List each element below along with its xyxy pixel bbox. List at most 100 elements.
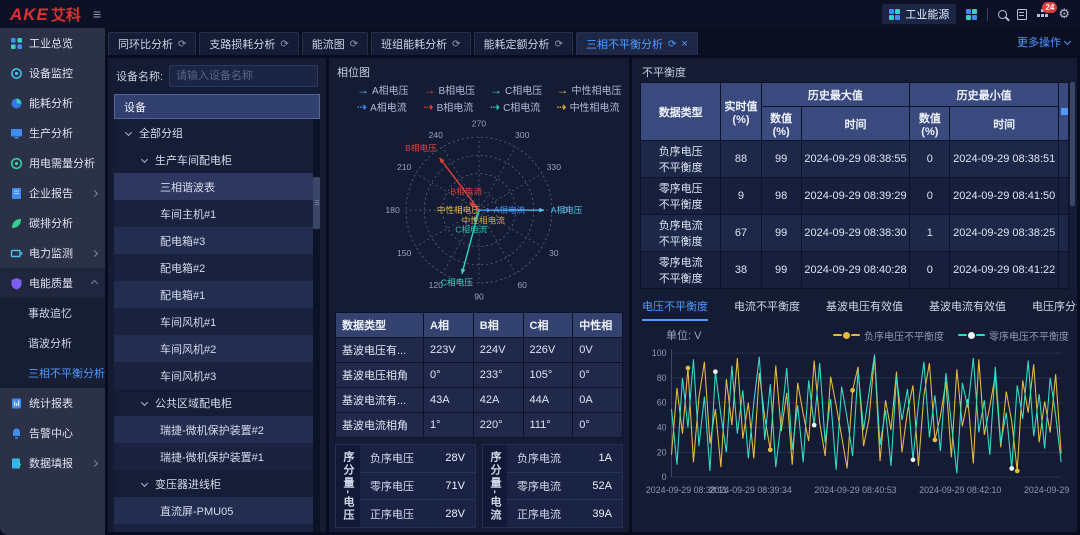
legend-item[interactable]: ⇢A相电流 bbox=[357, 99, 424, 114]
tree-item[interactable]: 配电箱#2 bbox=[114, 254, 320, 281]
more-actions-button[interactable]: 更多操作 bbox=[1017, 34, 1070, 55]
sidebar-item-data-entry[interactable]: 数据填报 bbox=[0, 448, 105, 478]
tree-item[interactable]: 三相谐波表 bbox=[114, 173, 320, 200]
battery-icon bbox=[10, 247, 23, 260]
sidebar-item-enterprise-report[interactable]: 企业报告 bbox=[0, 178, 105, 208]
legend-item[interactable]: ⇢中性相电流 bbox=[557, 99, 624, 114]
svg-text:330: 330 bbox=[547, 162, 562, 172]
tree-item[interactable]: 车间主机#1 bbox=[114, 200, 320, 227]
column-header-extra bbox=[1058, 83, 1068, 141]
refresh-icon[interactable]: ⟳ bbox=[555, 39, 563, 50]
legend-item[interactable]: →B相电压 bbox=[424, 82, 491, 97]
tree-scrollbar[interactable] bbox=[313, 119, 320, 532]
tab-energy-quota[interactable]: 能耗定额分析⟳ bbox=[474, 32, 573, 55]
sidebar-subitem-fault-recall[interactable]: 事故追忆 bbox=[0, 298, 105, 328]
svg-text:A相电压: A相电压 bbox=[551, 204, 583, 215]
gear-icon[interactable]: ⚙ bbox=[1058, 6, 1070, 22]
refresh-icon[interactable]: ⟳ bbox=[280, 39, 288, 50]
legend-item[interactable]: ⇢C相电流 bbox=[490, 99, 557, 114]
tree-item[interactable]: 车间风机#1 bbox=[114, 308, 320, 335]
tree-item[interactable]: 特变-温控仪#1 bbox=[114, 524, 320, 532]
legend-item[interactable]: →C相电压 bbox=[490, 82, 557, 97]
column-header: 数据类型 bbox=[336, 313, 424, 338]
trend-tab-current-unbalance[interactable]: 电流不平衡度 bbox=[734, 298, 800, 321]
column-header: 时间 bbox=[950, 107, 1059, 141]
legend-item[interactable]: ⇢B相电流 bbox=[424, 99, 491, 114]
tree-scrollbar-handle[interactable] bbox=[313, 177, 320, 229]
sidebar-item-overview[interactable]: 工业总览 bbox=[0, 28, 105, 58]
close-icon[interactable]: × bbox=[681, 38, 687, 50]
brand-cn: 艾科 bbox=[51, 4, 81, 25]
trend-legend: 负序电压不平衡度 零序电压不平衡度 bbox=[833, 328, 1069, 343]
settings-corner-icon[interactable] bbox=[1061, 108, 1068, 115]
legend-item[interactable]: →A相电压 bbox=[357, 82, 424, 97]
search-icon[interactable] bbox=[998, 10, 1007, 19]
apps-grid-icon[interactable] bbox=[966, 9, 977, 20]
sidebar-item-statistic-report[interactable]: 统计报表 bbox=[0, 388, 105, 418]
tree-item[interactable]: 配电箱#1 bbox=[114, 281, 320, 308]
table-scrollbar-handle[interactable] bbox=[1070, 82, 1075, 206]
arrow-icon: ⇢ bbox=[557, 102, 567, 112]
column-header: 时间 bbox=[801, 107, 910, 141]
report-icon[interactable] bbox=[1017, 9, 1027, 20]
device-name-label: 设备名称: bbox=[116, 68, 163, 84]
svg-text:C相电压: C相电压 bbox=[441, 276, 473, 287]
workspace-switcher[interactable]: 工业能源 bbox=[882, 4, 956, 24]
list-item: 负序电流1A bbox=[507, 445, 622, 473]
tree-item[interactable]: 瑞捷-微机保护装置#1 bbox=[114, 443, 320, 470]
legend-item[interactable]: →中性相电压 bbox=[557, 82, 624, 97]
sidebar-subitem-three-phase-unbalance[interactable]: 三相不平衡分析 bbox=[0, 358, 105, 388]
message-icon[interactable]: 24 bbox=[1037, 9, 1048, 19]
refresh-icon[interactable]: ⟳ bbox=[178, 39, 186, 50]
refresh-icon[interactable]: ⟳ bbox=[452, 39, 460, 50]
table-row: 基波电压相角0°233°105°0° bbox=[336, 363, 623, 388]
voltage-sequence-side-label: 序分量-电压 bbox=[336, 445, 360, 527]
sidebar: 工业总览 设备监控 能耗分析 生产分析 用电需量分析 企业报告 bbox=[0, 28, 105, 535]
current-sequence-panel: 序分量-电流 负序电流1A 零序电流52A 正序电流39A bbox=[482, 444, 623, 528]
column-header: 实时值 (%) bbox=[721, 83, 761, 141]
tab-period-comparison[interactable]: 同环比分析⟳ bbox=[108, 32, 196, 55]
tab-three-phase-unbalance[interactable]: 三相不平衡分析⟳× bbox=[576, 32, 698, 55]
phasor-polar-chart: 0306090120150180210240270300330A相电压B相电压C… bbox=[335, 114, 623, 312]
trend-tab-voltage-unbalance[interactable]: 电压不平衡度 bbox=[642, 298, 708, 321]
sidebar-item-energy-analysis[interactable]: 能耗分析 bbox=[0, 88, 105, 118]
table-scrollbar[interactable] bbox=[1070, 82, 1075, 289]
tree-group[interactable]: 全部分组 bbox=[114, 119, 320, 146]
tree-item[interactable]: 瑞捷-微机保护装置#2 bbox=[114, 416, 320, 443]
legend-item[interactable]: 负序电压不平衡度 bbox=[833, 328, 944, 343]
sidebar-item-alarm-center[interactable]: 告警中心 bbox=[0, 418, 105, 448]
legend-item[interactable]: 零序电压不平衡度 bbox=[958, 328, 1069, 343]
tree-item[interactable]: 直流屏-PMU05 bbox=[114, 497, 320, 524]
trend-tab-voltage-sequence[interactable]: 电压序分量 bbox=[1032, 298, 1077, 321]
tree-group[interactable]: 变压器进线柜 bbox=[114, 470, 320, 497]
column-header: B相 bbox=[473, 313, 523, 338]
tree-item[interactable]: 车间风机#2 bbox=[114, 335, 320, 362]
trend-tab-fund-current-rms[interactable]: 基波电流有效值 bbox=[929, 298, 1006, 321]
unbalance-panel: 不平衡度 数据类型 实时值 (%) 历史最大值 历史最小值 bbox=[632, 58, 1077, 532]
sidebar-item-carbon-analysis[interactable]: 碳排分析 bbox=[0, 208, 105, 238]
sidebar-item-demand-analysis[interactable]: 用电需量分析 bbox=[0, 148, 105, 178]
svg-text:2024-09-29 08:39:34: 2024-09-29 08:39:34 bbox=[710, 485, 792, 495]
column-header: 数值 (%) bbox=[761, 107, 801, 141]
refresh-icon[interactable]: ⟳ bbox=[350, 39, 358, 50]
tree-group[interactable]: 生产车间配电柜 bbox=[114, 146, 320, 173]
device-search-input[interactable] bbox=[169, 65, 318, 87]
sidebar-subitem-harmonic-analysis[interactable]: 谐波分析 bbox=[0, 328, 105, 358]
legend-dot-icon bbox=[968, 332, 975, 339]
tree-item[interactable]: 车间风机#3 bbox=[114, 362, 320, 389]
sidebar-item-device-monitor[interactable]: 设备监控 bbox=[0, 58, 105, 88]
tree-group[interactable]: 公共区域配电柜 bbox=[114, 389, 320, 416]
tree-item[interactable]: 配电箱#3 bbox=[114, 227, 320, 254]
table-row: 基波电压有...223V224V226V0V bbox=[336, 338, 623, 363]
sidebar-item-production-analysis[interactable]: 生产分析 bbox=[0, 118, 105, 148]
device-tree-header[interactable]: 设备 bbox=[114, 94, 320, 119]
table-row: 基波电流有...43A42A44A0A bbox=[336, 388, 623, 413]
tab-branch-loss[interactable]: 支路损耗分析⟳ bbox=[199, 32, 298, 55]
tab-energy-flow[interactable]: 能流图⟳ bbox=[302, 32, 368, 55]
refresh-icon[interactable]: ⟳ bbox=[668, 39, 676, 50]
sidebar-item-power-monitoring[interactable]: 电力监测 bbox=[0, 238, 105, 268]
trend-tab-fund-voltage-rms[interactable]: 基波电压有效值 bbox=[826, 298, 903, 321]
sidebar-item-power-quality[interactable]: 电能质量 bbox=[0, 268, 105, 298]
sidebar-collapse-icon[interactable]: ≡ bbox=[93, 6, 101, 22]
tab-team-energy[interactable]: 班组能耗分析⟳ bbox=[371, 32, 470, 55]
